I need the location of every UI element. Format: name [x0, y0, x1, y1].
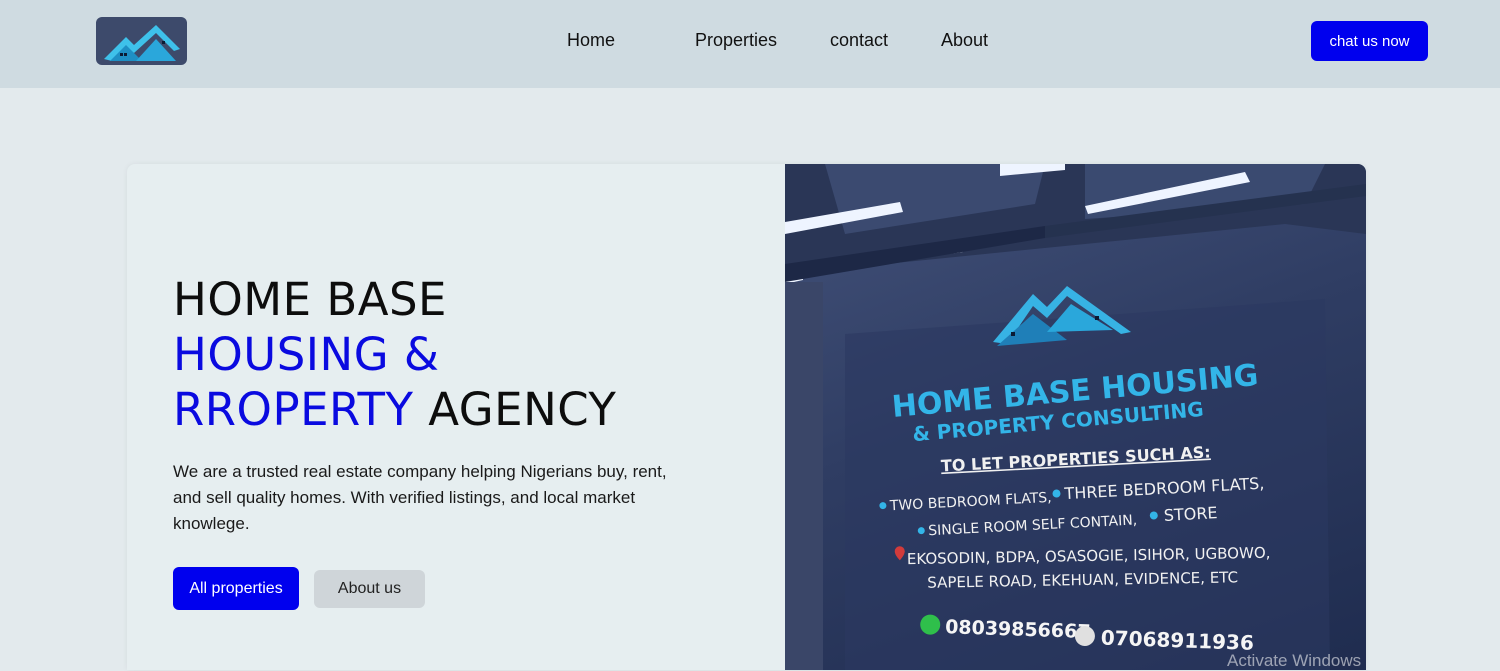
office-sign-illustration: HOME BASE HOUSING & PROPERTY CONSULTING …: [785, 164, 1366, 670]
hero-title: HOME BASE HOUSING & RROPERTY AGENCY: [173, 272, 616, 437]
hero-card: HOME BASE HOUSING & RROPERTY AGENCY We a…: [127, 164, 1366, 670]
nav-contact-link[interactable]: contact: [830, 30, 888, 51]
about-us-button[interactable]: About us: [314, 570, 425, 608]
hero-title-line1: HOME BASE: [173, 273, 447, 326]
hero-title-line3-accent: RROPERTY: [173, 383, 414, 436]
nav-about-link[interactable]: About: [941, 30, 988, 51]
activate-windows-watermark: Activate Windows: [1227, 651, 1362, 670]
company-logo[interactable]: [96, 17, 187, 65]
hero-title-line3-rest: AGENCY: [413, 383, 617, 436]
hero-image: HOME BASE HOUSING & PROPERTY CONSULTING …: [785, 164, 1366, 670]
sign-item4: STORE: [1163, 503, 1218, 525]
hero-description: We are a trusted real estate company hel…: [173, 462, 667, 533]
chat-us-now-button[interactable]: chat us now: [1311, 21, 1428, 61]
nav-home-link[interactable]: Home: [567, 30, 615, 51]
hero-title-line2: HOUSING &: [173, 328, 440, 381]
navbar: Home Properties contact About chat us no…: [0, 0, 1500, 88]
all-properties-button[interactable]: All properties: [173, 567, 299, 610]
nav-properties-link[interactable]: Properties: [695, 30, 777, 51]
